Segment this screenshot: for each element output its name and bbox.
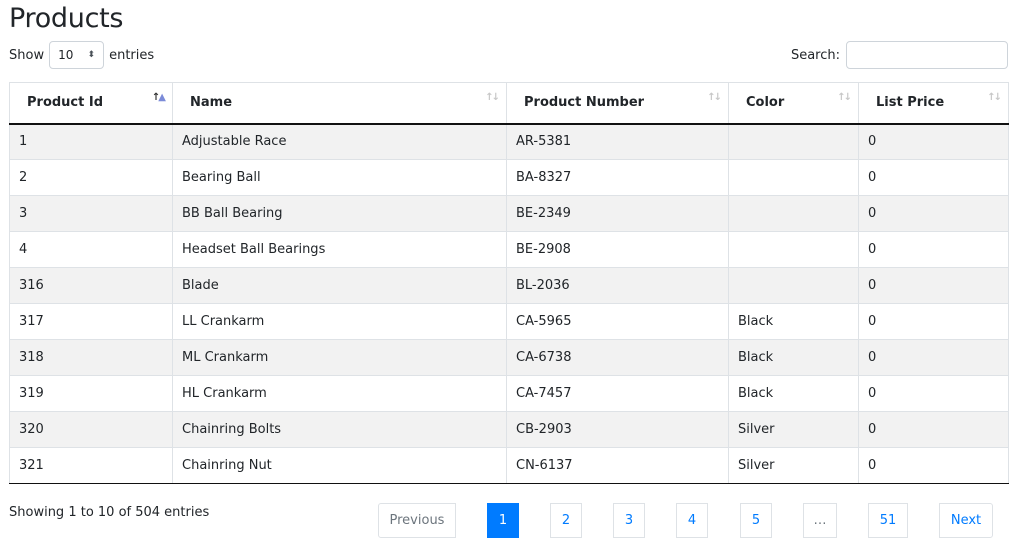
cell-color: Silver	[728, 411, 859, 448]
cell-name: Headset Ball Bearings	[172, 231, 507, 268]
cell-product-number: CB-2903	[506, 411, 729, 448]
cell-color	[728, 195, 859, 232]
table-info: Showing 1 to 10 of 504 entries	[9, 505, 210, 520]
cell-product-number: BE-2908	[506, 231, 729, 268]
cell-name: Chainring Nut	[172, 447, 507, 484]
entries-length-control: Show 10 ⬍ entries	[9, 41, 154, 69]
column-header-color[interactable]: Color ↑↓	[728, 82, 859, 125]
table-row[interactable]: 318 ML Crankarm CA-6738 Black 0	[9, 339, 1009, 376]
cell-product-id: 318	[9, 339, 173, 376]
cell-product-id: 3	[9, 195, 173, 232]
cell-list-price: 0	[858, 159, 1009, 196]
cell-product-id: 1	[9, 123, 173, 160]
table-row[interactable]: 320 Chainring Bolts CB-2903 Silver 0	[9, 411, 1009, 448]
cell-list-price: 0	[858, 447, 1009, 484]
cell-name: Adjustable Race	[172, 123, 507, 160]
table-row[interactable]: 319 HL Crankarm CA-7457 Black 0	[9, 375, 1009, 412]
cell-list-price: 0	[858, 195, 1009, 232]
cell-product-id: 319	[9, 375, 173, 412]
cell-list-price: 0	[858, 303, 1009, 340]
next-button[interactable]: Next	[939, 503, 993, 538]
table-row[interactable]: 4 Headset Ball Bearings BE-2908 0	[9, 231, 1009, 268]
table-row[interactable]: 2 Bearing Ball BA-8327 0	[9, 159, 1009, 196]
cell-color: Black	[728, 339, 859, 376]
cell-name: Chainring Bolts	[172, 411, 507, 448]
entries-label: entries	[109, 47, 155, 63]
cell-color: Silver	[728, 447, 859, 484]
cell-name: Blade	[172, 267, 507, 304]
column-label: Product Id	[27, 95, 104, 111]
page-button-5[interactable]: 5	[740, 503, 772, 538]
column-header-name[interactable]: Name ↑↓	[172, 82, 507, 125]
cell-product-number: BA-8327	[506, 159, 729, 196]
table-row[interactable]: 317 LL Crankarm CA-5965 Black 0	[9, 303, 1009, 340]
cell-name: Bearing Ball	[172, 159, 507, 196]
cell-product-id: 320	[9, 411, 173, 448]
sort-both-icon: ↑↓	[485, 92, 500, 103]
table-row[interactable]: 321 Chainring Nut CN-6137 Silver 0	[9, 447, 1009, 484]
cell-list-price: 0	[858, 231, 1009, 268]
cell-name: LL Crankarm	[172, 303, 507, 340]
column-label: List Price	[876, 95, 945, 111]
column-header-list-price[interactable]: List Price ↑↓	[858, 82, 1009, 125]
sort-both-icon: ↑↓	[837, 92, 852, 103]
cell-list-price: 0	[858, 411, 1009, 448]
sort-ascending-icon: ↑▲	[151, 92, 166, 103]
cell-product-number: AR-5381	[506, 123, 729, 160]
previous-button[interactable]: Previous	[378, 503, 456, 538]
column-label: Product Number	[524, 95, 645, 111]
page-button-2[interactable]: 2	[550, 503, 582, 538]
cell-color	[728, 267, 859, 304]
cell-product-id: 2	[9, 159, 173, 196]
cell-product-number: BE-2349	[506, 195, 729, 232]
cell-product-number: CA-5965	[506, 303, 729, 340]
entries-per-page-value: 10	[58, 48, 74, 62]
entries-per-page-select[interactable]: 10 ⬍	[49, 41, 105, 69]
show-label: Show	[9, 47, 45, 63]
table-row[interactable]: 1 Adjustable Race AR-5381 0	[9, 123, 1009, 160]
cell-color: Black	[728, 375, 859, 412]
cell-product-id: 4	[9, 231, 173, 268]
cell-list-price: 0	[858, 339, 1009, 376]
cell-name: BB Ball Bearing	[172, 195, 507, 232]
cell-product-id: 316	[9, 267, 173, 304]
cell-list-price: 0	[858, 375, 1009, 412]
column-header-product-number[interactable]: Product Number ↑↓	[506, 82, 729, 125]
cell-product-number: BL-2036	[506, 267, 729, 304]
pagination-ellipsis: …	[803, 503, 837, 538]
cell-name: HL Crankarm	[172, 375, 507, 412]
cell-color	[728, 123, 859, 160]
cell-product-id: 317	[9, 303, 173, 340]
cell-product-number: CN-6137	[506, 447, 729, 484]
cell-product-number: CA-7457	[506, 375, 729, 412]
sort-both-icon: ↑↓	[707, 92, 722, 103]
cell-product-number: CA-6738	[506, 339, 729, 376]
cell-color: Black	[728, 303, 859, 340]
cell-list-price: 0	[858, 267, 1009, 304]
page-button-3[interactable]: 3	[613, 503, 645, 538]
sort-both-icon: ↑↓	[987, 92, 1002, 103]
page-title: Products	[9, 3, 124, 34]
table-header-row: Product Id ↑▲ Name ↑↓ Product Number ↑↓ …	[9, 82, 1009, 125]
cell-list-price: 0	[858, 123, 1009, 160]
table-row[interactable]: 316 Blade BL-2036 0	[9, 267, 1009, 304]
search-input[interactable]	[846, 41, 1008, 69]
search-label: Search:	[790, 47, 840, 63]
cell-color	[728, 159, 859, 196]
column-label: Color	[746, 95, 785, 111]
page-button-51[interactable]: 51	[868, 503, 908, 538]
page-button-1[interactable]: 1	[487, 503, 519, 538]
search-control: Search:	[791, 41, 1008, 69]
column-label: Name	[190, 95, 233, 111]
products-table: Product Id ↑▲ Name ↑↓ Product Number ↑↓ …	[9, 82, 1009, 484]
cell-name: ML Crankarm	[172, 339, 507, 376]
select-arrows-icon: ⬍	[87, 49, 96, 60]
cell-color	[728, 231, 859, 268]
page-button-4[interactable]: 4	[676, 503, 708, 538]
column-header-product-id[interactable]: Product Id ↑▲	[9, 82, 173, 125]
cell-product-id: 321	[9, 447, 173, 484]
table-row[interactable]: 3 BB Ball Bearing BE-2349 0	[9, 195, 1009, 232]
